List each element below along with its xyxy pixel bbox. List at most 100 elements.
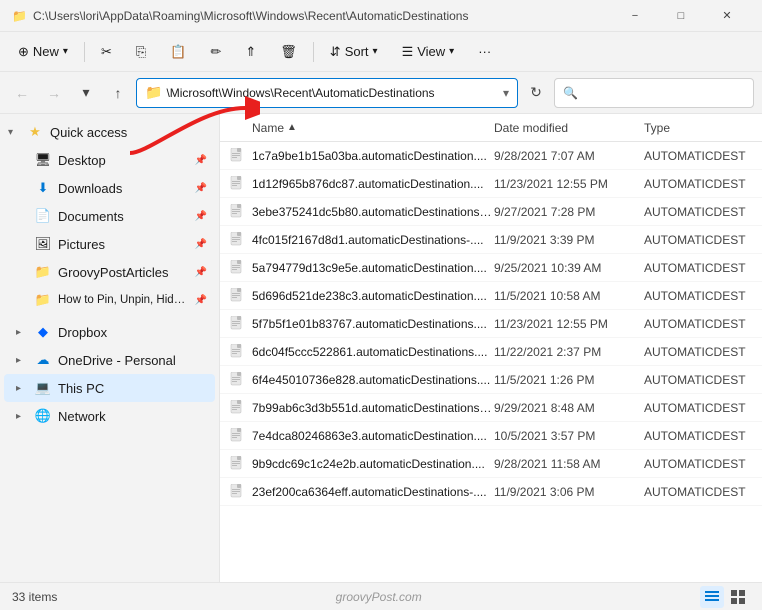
file-type-icon bbox=[228, 147, 246, 165]
view-toggles bbox=[700, 586, 750, 608]
onedrive-label: OneDrive - Personal bbox=[58, 353, 207, 368]
file-name: 1c7a9be1b15a03ba.automaticDestination...… bbox=[252, 149, 494, 163]
file-type: AUTOMATICDEST bbox=[644, 345, 754, 359]
maximize-button[interactable]: □ bbox=[658, 0, 704, 32]
sort-button[interactable]: ⇵ Sort ▾ bbox=[320, 36, 388, 68]
status-bar: 33 items groovyPost.com bbox=[0, 582, 762, 610]
nav-bar: ← → ▾ ↑ 📁 \Microsoft\Windows\Recent\Auto… bbox=[0, 72, 762, 114]
file-type-icon bbox=[228, 175, 246, 193]
cut-button[interactable]: ✂ bbox=[91, 36, 122, 68]
address-bar[interactable]: 📁 \Microsoft\Windows\Recent\AutomaticDes… bbox=[136, 78, 518, 108]
recent-button[interactable]: ▾ bbox=[72, 79, 100, 107]
sidebar-item-downloads[interactable]: ⬇ Downloads 📌 bbox=[22, 174, 215, 202]
file-type-icon bbox=[228, 315, 246, 333]
file-date: 11/5/2021 1:26 PM bbox=[494, 373, 644, 387]
file-date: 11/23/2021 12:55 PM bbox=[494, 177, 644, 191]
howto-pin-icon: 📌 bbox=[195, 295, 207, 306]
network-icon: 🌐 bbox=[34, 407, 52, 425]
table-row[interactable]: 23ef200ca6364eff.automaticDestinations-.… bbox=[220, 478, 762, 506]
forward-button[interactable]: → bbox=[40, 79, 68, 107]
table-row[interactable]: 5d696d521de238c3.automaticDestination...… bbox=[220, 282, 762, 310]
more-button[interactable]: ··· bbox=[468, 36, 501, 68]
file-list: 1c7a9be1b15a03ba.automaticDestination...… bbox=[220, 142, 762, 582]
file-name: 5a794779d13c9e5e.automaticDestination...… bbox=[252, 261, 494, 275]
copy-button[interactable]: ⎘ bbox=[126, 36, 156, 68]
file-type-icon bbox=[228, 427, 246, 445]
window-controls[interactable]: − □ ✕ bbox=[612, 0, 750, 32]
back-button[interactable]: ← bbox=[8, 79, 36, 107]
main-layout: ▾ ★ Quick access 🖥 Desktop 📌 ⬇ Downloads… bbox=[0, 114, 762, 582]
downloads-label: Downloads bbox=[58, 181, 189, 196]
table-row[interactable]: 7e4dca80246863e3.automaticDestination...… bbox=[220, 422, 762, 450]
file-type: AUTOMATICDEST bbox=[644, 205, 754, 219]
file-type-icon bbox=[228, 399, 246, 417]
file-name: 6dc04f5ccc522861.automaticDestinations..… bbox=[252, 345, 494, 359]
table-row[interactable]: 5f7b5f1e01b83767.automaticDestinations..… bbox=[220, 310, 762, 338]
thispc-icon: 💻 bbox=[34, 379, 52, 397]
share-button[interactable]: ⇑ bbox=[235, 36, 266, 68]
minimize-button[interactable]: − bbox=[612, 0, 658, 32]
column-header-type[interactable]: Type bbox=[644, 121, 754, 135]
list-view-button[interactable] bbox=[700, 586, 724, 608]
desktop-icon: 🖥 bbox=[34, 151, 52, 169]
view-chevron-icon: ▾ bbox=[449, 46, 454, 57]
file-date: 9/28/2021 11:58 AM bbox=[494, 457, 644, 471]
documents-icon: 📄 bbox=[34, 207, 52, 225]
delete-button[interactable]: 🗑 bbox=[270, 36, 307, 68]
paste-button[interactable]: 📋 bbox=[160, 36, 196, 68]
new-button[interactable]: ⊕ New ▾ bbox=[8, 36, 78, 68]
file-type: AUTOMATICDEST bbox=[644, 401, 754, 415]
network-expand-icon: ▸ bbox=[16, 411, 28, 422]
title-path-text: C:\Users\lori\AppData\Roaming\Microsoft\… bbox=[33, 9, 469, 23]
table-row[interactable]: 4fc015f2167d8d1.automaticDestinations-..… bbox=[220, 226, 762, 254]
status-item-count: 33 items bbox=[12, 590, 57, 604]
sidebar-item-onedrive[interactable]: ▸ ☁ OneDrive - Personal bbox=[4, 346, 215, 374]
close-button[interactable]: ✕ bbox=[704, 0, 750, 32]
column-header-name[interactable]: Name ▲ bbox=[228, 121, 494, 135]
file-name: 6f4e45010736e828.automaticDestinations..… bbox=[252, 373, 494, 387]
table-row[interactable]: 1c7a9be1b15a03ba.automaticDestination...… bbox=[220, 142, 762, 170]
search-input[interactable] bbox=[554, 78, 754, 108]
sidebar-item-dropbox[interactable]: ▸ ◆ Dropbox bbox=[4, 318, 215, 346]
sort-icon: ⇵ bbox=[330, 44, 341, 60]
rename-button[interactable]: ✏ bbox=[200, 36, 231, 68]
quick-access-expand-icon: ▾ bbox=[8, 127, 20, 138]
file-type-icon bbox=[228, 483, 246, 501]
up-button[interactable]: ↑ bbox=[104, 79, 132, 107]
sidebar-item-thispc[interactable]: ▸ 💻 This PC bbox=[4, 374, 215, 402]
sidebar: ▾ ★ Quick access 🖥 Desktop 📌 ⬇ Downloads… bbox=[0, 114, 220, 582]
table-row[interactable]: 5a794779d13c9e5e.automaticDestination...… bbox=[220, 254, 762, 282]
sidebar-quick-access-header[interactable]: ▾ ★ Quick access bbox=[4, 118, 215, 146]
sidebar-item-network[interactable]: ▸ 🌐 Network bbox=[4, 402, 215, 430]
address-chevron-icon[interactable]: ▾ bbox=[503, 86, 509, 100]
column-date-label: Date modified bbox=[494, 121, 568, 135]
toolbar: ⊕ New ▾ ✂ ⎘ 📋 ✏ ⇑ 🗑 ⇵ Sort ▾ ☰ View ▾ ··… bbox=[0, 32, 762, 72]
file-type: AUTOMATICDEST bbox=[644, 261, 754, 275]
file-date: 11/9/2021 3:06 PM bbox=[494, 485, 644, 499]
table-row[interactable]: 7b99ab6c3d3b551d.automaticDestinations-.… bbox=[220, 394, 762, 422]
table-row[interactable]: 3ebe375241dc5b80.automaticDestinations-.… bbox=[220, 198, 762, 226]
file-type: AUTOMATICDEST bbox=[644, 429, 754, 443]
more-icon: ··· bbox=[478, 44, 491, 59]
file-name: 4fc015f2167d8d1.automaticDestinations-..… bbox=[252, 233, 494, 247]
column-header-date[interactable]: Date modified bbox=[494, 121, 644, 135]
thispc-label: This PC bbox=[58, 381, 207, 396]
table-row[interactable]: 6dc04f5ccc522861.automaticDestinations..… bbox=[220, 338, 762, 366]
file-name: 23ef200ca6364eff.automaticDestinations-.… bbox=[252, 485, 494, 499]
pictures-label: Pictures bbox=[58, 237, 189, 252]
watermark: groovyPost.com bbox=[336, 590, 422, 604]
table-row[interactable]: 1d12f965b876dc87.automaticDestination...… bbox=[220, 170, 762, 198]
view-button[interactable]: ☰ View ▾ bbox=[392, 36, 465, 68]
sidebar-item-groovy[interactable]: 📁 GroovyPostArticles 📌 bbox=[22, 258, 215, 286]
sidebar-item-pictures[interactable]: 🖼 Pictures 📌 bbox=[22, 230, 215, 258]
sidebar-item-howto[interactable]: 📁 How to Pin, Unpin, Hide, and Re 📌 bbox=[22, 286, 215, 314]
desktop-pin-icon: 📌 bbox=[195, 155, 207, 166]
file-name: 7e4dca80246863e3.automaticDestination...… bbox=[252, 429, 494, 443]
table-row[interactable]: 9b9cdc69c1c24e2b.automaticDestination...… bbox=[220, 450, 762, 478]
sort-label: Sort bbox=[345, 44, 369, 59]
table-row[interactable]: 6f4e45010736e828.automaticDestinations..… bbox=[220, 366, 762, 394]
sidebar-item-documents[interactable]: 📄 Documents 📌 bbox=[22, 202, 215, 230]
sidebar-item-desktop[interactable]: 🖥 Desktop 📌 bbox=[22, 146, 215, 174]
grid-view-button[interactable] bbox=[726, 586, 750, 608]
refresh-button[interactable]: ↻ bbox=[522, 79, 550, 107]
